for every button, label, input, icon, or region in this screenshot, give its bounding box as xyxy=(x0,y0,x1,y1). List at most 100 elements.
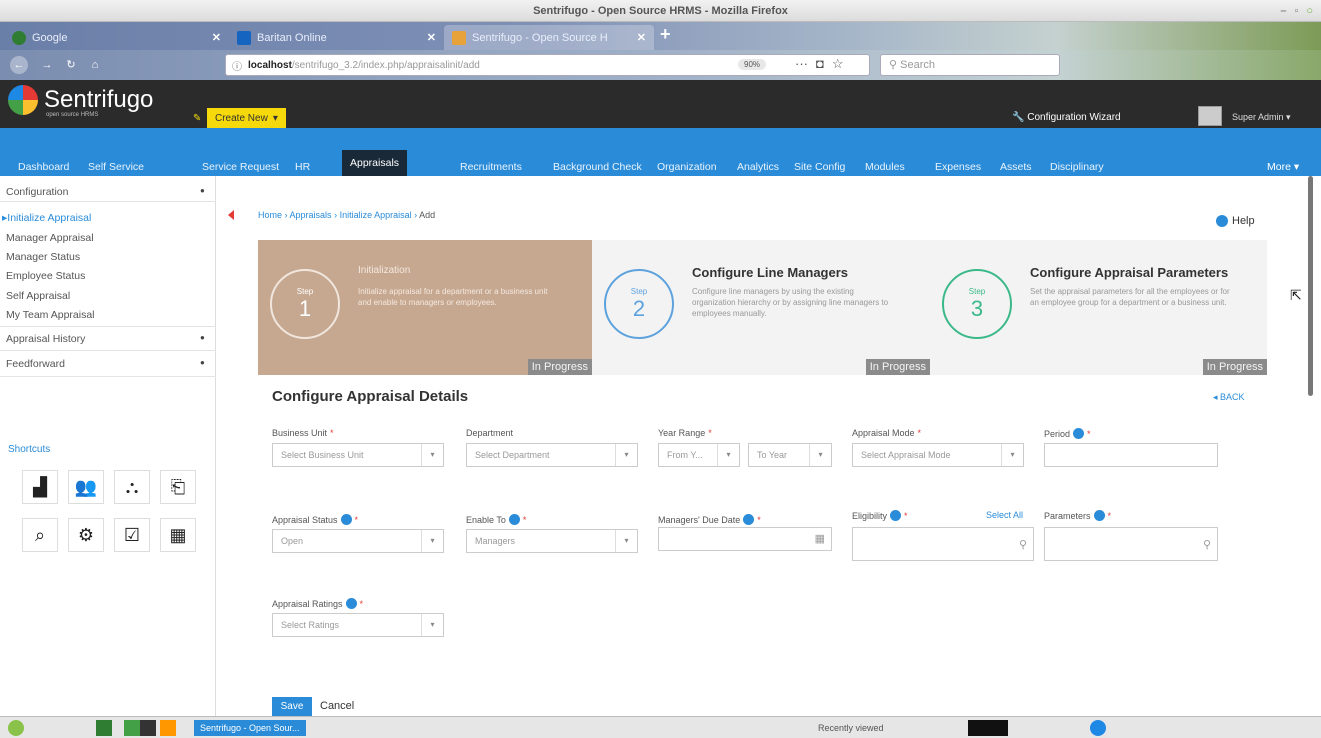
appraisal-status-select[interactable]: Open ▾ xyxy=(272,529,444,553)
grid-icon[interactable]: ▦ xyxy=(160,518,196,552)
start-menu-icon[interactable] xyxy=(8,720,24,736)
sidebar-item-self-appraisal[interactable]: Self Appraisal xyxy=(6,290,70,302)
menu-item-dashboard[interactable]: Dashboard xyxy=(18,161,69,173)
configuration-wizard-link[interactable]: 🔧 Configuration Wizard xyxy=(1012,112,1121,123)
reload-icon[interactable]: ↻ xyxy=(62,56,80,74)
menu-item-assets[interactable]: Assets xyxy=(1000,161,1032,173)
step-configure-appraisal-parameters[interactable]: Step 3 Configure Appraisal Parameters Se… xyxy=(930,240,1267,375)
from-year-select[interactable]: From Y... ▾ xyxy=(658,443,740,467)
page-actions-icon[interactable]: ··· xyxy=(795,56,808,72)
sidebar-item-initialize-appraisal[interactable]: ▸Initialize Appraisal xyxy=(2,212,91,224)
expand-icon[interactable]: ● xyxy=(200,186,205,195)
file-manager-icon[interactable] xyxy=(96,720,112,736)
sidebar-item-feedforward[interactable]: Feedforward xyxy=(6,358,65,370)
minimize-button[interactable]: – xyxy=(1280,0,1286,22)
info-icon[interactable] xyxy=(340,514,352,525)
calendar-icon[interactable]: ▦ xyxy=(815,532,825,545)
enable-to-select[interactable]: Managers ▾ xyxy=(466,529,638,553)
create-new-button[interactable]: ✎ Create New ▾ xyxy=(193,108,286,128)
expand-icon[interactable]: ● xyxy=(200,358,205,367)
appraisal-ratings-select[interactable]: Select Ratings ▾ xyxy=(272,613,444,637)
sidebar-item-my-team-appraisal[interactable]: My Team Appraisal xyxy=(6,309,95,321)
to-year-select[interactable]: To Year ▾ xyxy=(748,443,832,467)
url-bar[interactable]: ⓘ localhost/sentrifugo_3.2/index.php/app… xyxy=(225,54,870,76)
gear-icon[interactable]: ⚙ xyxy=(68,518,104,552)
taskbar-window-sentrifugo[interactable]: Sentrifugo - Open Sour... xyxy=(194,720,306,736)
step-initialization[interactable]: Step 1 Initialization Initialize apprais… xyxy=(258,240,592,375)
new-tab-button[interactable]: + xyxy=(660,24,671,45)
menu-item-disciplinary[interactable]: Disciplinary xyxy=(1050,161,1104,173)
menu-item-analytics[interactable]: Analytics xyxy=(737,161,779,173)
browser-tab-baritan[interactable]: Baritan Online ✕ xyxy=(229,25,444,50)
info-icon[interactable] xyxy=(743,514,755,525)
menu-item-hr[interactable]: HR xyxy=(295,161,310,173)
expand-icon[interactable]: ● xyxy=(200,333,205,342)
menu-item-background-check[interactable]: Background Check xyxy=(553,161,642,173)
firefox-icon[interactable] xyxy=(160,720,176,736)
eligibility-multiselect[interactable]: ⚲ xyxy=(852,527,1034,561)
team-icon[interactable]: 👥 xyxy=(68,470,104,504)
menu-item-recruitments[interactable]: Recruitments xyxy=(460,161,522,173)
zoom-level[interactable]: 90% xyxy=(738,59,767,70)
menu-item-organization[interactable]: Organization xyxy=(657,161,717,173)
chart-icon[interactable]: ▟ xyxy=(22,470,58,504)
info-icon[interactable] xyxy=(508,514,520,525)
sidebar-item-appraisal-history[interactable]: Appraisal History xyxy=(6,333,85,345)
menu-item-more[interactable]: More ▾ xyxy=(1267,161,1299,173)
bookmark-star-icon[interactable]: ☆ xyxy=(832,56,844,72)
cancel-button[interactable]: Cancel xyxy=(320,700,354,712)
maximize-button[interactable]: ▫ xyxy=(1294,0,1298,22)
close-window-button[interactable]: ○ xyxy=(1306,0,1313,22)
browser-tab-sentrifugo[interactable]: Sentrifugo - Open Source H ✕ xyxy=(444,25,654,50)
close-tab-icon[interactable]: ✕ xyxy=(212,31,221,44)
menu-item-modules[interactable]: Modules xyxy=(865,161,905,173)
collapse-sidebar-icon[interactable] xyxy=(228,210,234,220)
info-icon[interactable] xyxy=(345,598,357,609)
pocket-icon[interactable]: ◘ xyxy=(816,56,824,72)
info-icon[interactable] xyxy=(1093,510,1105,521)
select-all-link[interactable]: Select All xyxy=(986,510,1023,520)
home-icon[interactable]: ⌂ xyxy=(86,56,104,74)
business-unit-select[interactable]: Select Business Unit ▾ xyxy=(272,443,444,467)
info-icon[interactable] xyxy=(890,510,902,521)
info-icon[interactable]: ⓘ xyxy=(232,58,242,73)
parameters-multiselect[interactable]: ⚲ xyxy=(1044,527,1218,561)
menu-item-self-service[interactable]: Self Service xyxy=(88,161,144,173)
org-icon[interactable]: ⛬ xyxy=(114,470,150,504)
exit-icon[interactable]: ⎗ xyxy=(160,470,196,504)
help-link[interactable]: Help xyxy=(1216,215,1255,227)
save-button[interactable]: Save xyxy=(272,697,312,717)
menu-item-site-config[interactable]: Site Config xyxy=(794,161,845,173)
sidebar-item-employee-status[interactable]: Employee Status xyxy=(6,270,85,282)
sidebar-item-configuration[interactable]: Configuration xyxy=(6,186,68,198)
period-input[interactable] xyxy=(1044,443,1218,467)
user-menu[interactable]: Super Admin ▾ xyxy=(1232,112,1291,123)
menu-item-appraisals[interactable]: Appraisals xyxy=(342,150,408,176)
back-link[interactable]: ◂ BACK xyxy=(1213,392,1245,403)
app-logo[interactable]: Sentrifugo xyxy=(8,85,153,115)
back-arrow-icon[interactable]: ← xyxy=(10,56,28,74)
browser-search-input[interactable]: ⚲ Search xyxy=(880,54,1060,76)
close-tab-icon[interactable]: ✕ xyxy=(427,31,436,44)
sidebar-item-manager-status[interactable]: Manager Status xyxy=(6,251,80,263)
managers-due-date-input[interactable]: ▦ xyxy=(658,527,832,551)
breadcrumb-initialize-appraisal[interactable]: Initialize Appraisal xyxy=(340,210,412,220)
menu-item-expenses[interactable]: Expenses xyxy=(935,161,981,173)
browser-tab-google[interactable]: Google ✕ xyxy=(4,25,229,50)
page-scrollbar[interactable] xyxy=(1308,176,1313,396)
forward-arrow-icon[interactable]: → xyxy=(38,56,56,74)
sidebar-item-manager-appraisal[interactable]: Manager Appraisal xyxy=(6,232,94,244)
breadcrumb-appraisals[interactable]: Appraisals xyxy=(290,210,332,220)
appraisal-mode-select[interactable]: Select Appraisal Mode ▾ xyxy=(852,443,1024,467)
console-icon[interactable] xyxy=(140,720,156,736)
terminal-icon[interactable] xyxy=(124,720,140,736)
step-configure-line-managers[interactable]: Step 2 Configure Line Managers Configure… xyxy=(592,240,930,375)
network-icon[interactable] xyxy=(1090,720,1106,736)
edit-icon[interactable]: ☑ xyxy=(114,518,150,552)
menu-item-service-request[interactable]: Service Request xyxy=(202,161,279,173)
info-icon[interactable] xyxy=(1073,428,1085,439)
avatar[interactable] xyxy=(1198,106,1222,126)
department-select[interactable]: Select Department ▾ xyxy=(466,443,638,467)
breadcrumb-home[interactable]: Home xyxy=(258,210,282,220)
tray-item-icon[interactable] xyxy=(968,720,1008,736)
